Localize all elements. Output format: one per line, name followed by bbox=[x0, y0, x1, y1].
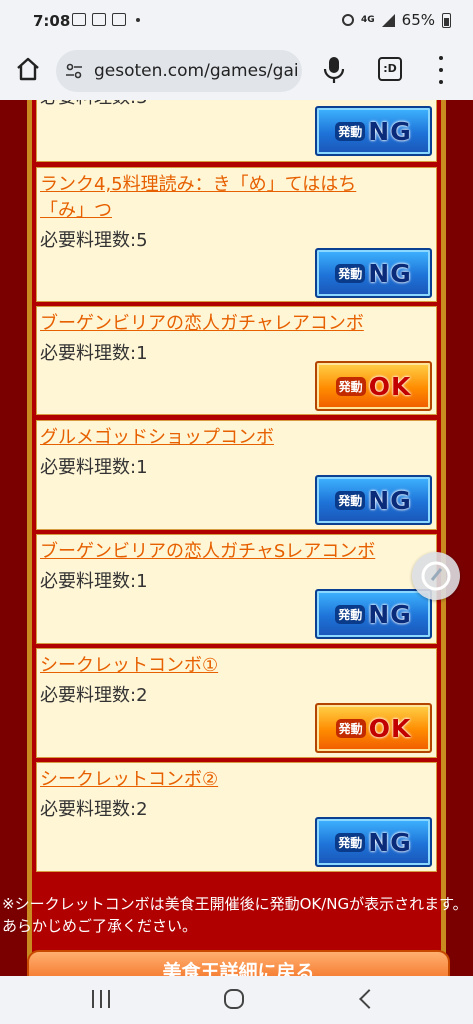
web-content: 必要料理数:3 発動 NG ランク4,5料理読み：き「め」てははち「み」つ 必要… bbox=[0, 100, 473, 976]
battery-percent: 65% bbox=[401, 11, 435, 29]
combo-title-link[interactable]: シークレットコンボ② bbox=[40, 767, 385, 793]
combo-card: ブーゲンビリアの恋人ガチャレアコンボ 必要料理数:1 発動 OK bbox=[36, 306, 437, 415]
combo-title-link[interactable]: ランク4,5料理読み：き「め」てははち「み」つ bbox=[40, 172, 385, 224]
status-badge-ok: 発動 OK bbox=[315, 361, 432, 411]
combo-list-frame: 必要料理数:3 発動 NG ランク4,5料理読み：き「め」てははち「み」つ 必要… bbox=[27, 100, 446, 976]
home-icon[interactable] bbox=[14, 55, 42, 83]
badge-label: 発動 bbox=[335, 263, 366, 283]
more-menu-icon[interactable] bbox=[436, 56, 446, 84]
status-badge-ng: 発動 NG bbox=[315, 817, 432, 867]
secret-combo-footnote: ※シークレットコンボは美食王開催後に発動OK/NGが表示されます。あらかじめご了… bbox=[2, 895, 468, 935]
badge-label: 発動 bbox=[335, 604, 366, 624]
system-nav-bar bbox=[0, 976, 473, 1024]
combo-requirement: 必要料理数:1 bbox=[40, 343, 148, 364]
status-badge-ng: 発動 NG bbox=[315, 106, 432, 156]
signal-icon bbox=[381, 13, 395, 27]
badge-status: NG bbox=[368, 116, 412, 146]
badge-label: 発動 bbox=[335, 718, 366, 738]
address-bar[interactable]: gesoten.com/games/gai bbox=[56, 50, 302, 92]
system-icons: 4G 65% bbox=[342, 11, 451, 29]
combo-card: 必要料理数:3 発動 NG bbox=[36, 100, 437, 162]
site-settings-icon[interactable] bbox=[65, 62, 83, 80]
combo-title-link[interactable]: グルメゴッドショップコンボ bbox=[40, 425, 385, 451]
combo-requirement: 必要料理数:1 bbox=[40, 571, 148, 592]
url-text[interactable]: gesoten.com/games/gai bbox=[94, 61, 299, 81]
combo-card: ランク4,5料理読み：き「め」てははち「み」つ 必要料理数:5 発動 NG bbox=[36, 167, 437, 302]
badge-status: OK bbox=[368, 371, 412, 401]
badge-label: 発動 bbox=[335, 376, 366, 396]
browser-toolbar: gesoten.com/games/gai :D bbox=[0, 42, 473, 100]
badge-label: 発動 bbox=[335, 490, 366, 510]
back-icon[interactable] bbox=[359, 989, 379, 1009]
badge-status: NG bbox=[368, 827, 412, 857]
combo-requirement: 必要料理数:3 bbox=[40, 100, 148, 109]
mail-icon bbox=[112, 13, 126, 26]
recent-apps-icon[interactable] bbox=[92, 990, 110, 1008]
combo-card: シークレットコンボ① 必要料理数:2 発動 OK bbox=[36, 648, 437, 758]
home-nav-icon[interactable] bbox=[224, 989, 244, 1009]
combo-title-link[interactable]: シークレットコンボ① bbox=[40, 653, 385, 679]
notification-icons bbox=[72, 13, 140, 26]
network-type: 4G bbox=[361, 14, 375, 25]
badge-label: 発動 bbox=[335, 121, 366, 141]
combo-card: シークレットコンボ② 必要料理数:2 発動 NG bbox=[36, 762, 437, 872]
combo-requirement: 必要料理数:2 bbox=[40, 799, 148, 820]
combo-requirement: 必要料理数:1 bbox=[40, 457, 148, 478]
back-to-details-button[interactable]: 美食王詳細に戻る bbox=[27, 950, 450, 976]
status-bar: 7:08 4G 65% bbox=[0, 0, 473, 42]
more-notifications-dot-icon bbox=[136, 17, 140, 22]
combo-title-link[interactable]: ブーゲンビリアの恋人ガチャSレアコンボ bbox=[40, 539, 385, 565]
alarm-icon bbox=[342, 14, 354, 26]
status-time: 7:08 bbox=[33, 12, 71, 30]
combo-card: グルメゴッドショップコンボ 必要料理数:1 発動 NG bbox=[36, 420, 437, 530]
status-badge-ok: 発動 OK bbox=[315, 703, 432, 753]
status-badge-ng: 発動 NG bbox=[315, 475, 432, 525]
badge-status: NG bbox=[368, 258, 412, 288]
battery-icon bbox=[442, 12, 451, 28]
status-badge-ng: 発動 NG bbox=[315, 248, 432, 298]
floating-assistant-icon[interactable] bbox=[412, 552, 460, 600]
gallery-icon bbox=[72, 13, 86, 26]
badge-status: NG bbox=[368, 485, 412, 515]
combo-requirement: 必要料理数:2 bbox=[40, 685, 148, 706]
badge-status: OK bbox=[368, 713, 412, 743]
combo-requirement: 必要料理数:5 bbox=[40, 230, 148, 251]
combo-title-link[interactable]: ブーゲンビリアの恋人ガチャレアコンボ bbox=[40, 311, 385, 337]
combo-list: 必要料理数:3 発動 NG ランク4,5料理読み：き「め」てははち「み」つ 必要… bbox=[32, 100, 441, 960]
badge-status: NG bbox=[368, 599, 412, 629]
microphone-icon[interactable] bbox=[320, 54, 348, 86]
combo-card: ブーゲンビリアの恋人ガチャSレアコンボ 必要料理数:1 発動 NG bbox=[36, 534, 437, 644]
news-icon bbox=[92, 13, 106, 26]
badge-label: 発動 bbox=[335, 832, 366, 852]
tab-switcher-button[interactable]: :D bbox=[378, 57, 402, 81]
